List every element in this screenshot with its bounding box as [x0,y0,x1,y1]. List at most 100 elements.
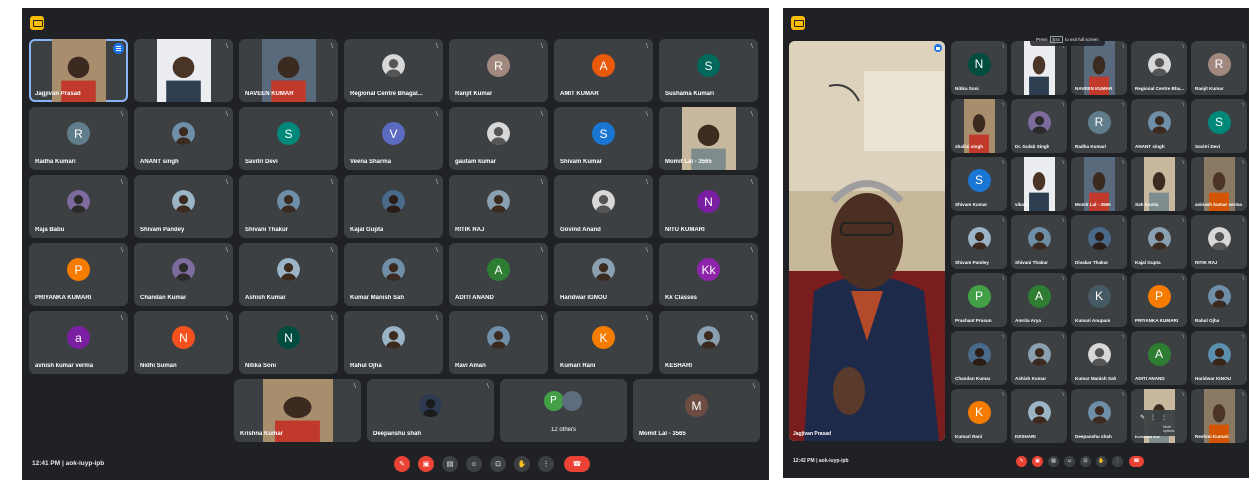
participant-tile[interactable]: ⧵ Kajal Gupta [1131,215,1187,269]
participant-tile[interactable]: ⧵ gautam kumar [449,107,548,170]
participant-tile[interactable]: ⧵ Dr. Gulab Singh [1011,99,1067,153]
participant-tile[interactable]: ⧵ Ashish Kumar [239,243,338,306]
participant-tile[interactable]: P ⧵ PRIYANKA KUMARI [29,243,128,306]
participant-tile[interactable]: K ⧵ Kumari Rani [951,389,1007,443]
participant-tile[interactable]: P ⧵ PRIYANKA KUMARI [1131,273,1187,327]
participant-tile[interactable]: ⧵ Divakar Thakur [1071,215,1127,269]
camera-off-button[interactable]: ▣ [1032,456,1043,467]
participant-tile[interactable]: ⧵ Krishna Kumar [234,379,361,442]
participant-tile[interactable]: ⧵ Kajal Gupta [344,175,443,238]
participant-tile[interactable]: ⧵ KESHARI [1011,389,1067,443]
present-button[interactable]: ⊡ [490,456,506,472]
participant-tile[interactable]: R ⧵ Ranjit Kumar [1191,41,1247,95]
more-options-button[interactable]: ⋮ [538,456,554,472]
participant-tile[interactable]: P 12 others [500,379,627,442]
participant-tile[interactable]: M ⧵ Momit Lal - 3565 [633,379,760,442]
participant-tile[interactable]: R ⧵ Ranjit Kumar [449,39,548,102]
participant-tile[interactable]: a ⧵ avnish kumar verma [29,311,128,374]
leave-call-button[interactable]: ☎ [1129,456,1144,467]
captions-icon: ▤ [1051,458,1056,464]
participant-tile[interactable]: ⧵ Rahul Ojha [1191,273,1247,327]
participant-tile[interactable]: ⧵ Chandan Kumar [134,243,233,306]
participant-tile[interactable]: ⧵ KESHARI [659,311,758,374]
participant-tile[interactable]: ⧵ Shivam Pandey [134,175,233,238]
presentation-icon[interactable] [30,16,44,30]
emoji-button[interactable]: ☺ [466,456,482,472]
participant-tile[interactable]: A ⧵ ADITI ANAND [449,243,548,306]
participant-tile[interactable]: N ⧵ Nitika Soni [239,311,338,374]
participant-tile[interactable]: ⧵ Deepanshu shah [1071,389,1127,443]
mic-off-icon: ⧵ [1182,218,1184,224]
participant-tile[interactable]: ⧵ [1011,41,1067,95]
participant-tile[interactable]: ⧵ RITIK RAJ [1191,215,1247,269]
participant-tile[interactable]: ⧵ Raja Babu [29,175,128,238]
participant-tile[interactable]: ⧵ Kumar Manish Sah [344,243,443,306]
participant-tile[interactable]: ⧵ Chandan Kumar [951,331,1007,385]
participant-tile[interactable]: S ⧵ Sushama Kumari [659,39,758,102]
participant-tile[interactable]: ⧵ shalini singh [951,99,1007,153]
participant-tile[interactable]: ⧵ Momit Lal - 3565 [659,107,758,170]
participant-tile[interactable]: ⧵Jagjivan Prasad [29,39,128,102]
participant-tile[interactable]: ⧵ Regional Centre Bhagal... [344,39,443,102]
participant-tile[interactable]: S ⧵ Shivam Kumar [951,157,1007,211]
participant-tile[interactable]: ⧵ Kumar Manish Sah [1071,331,1127,385]
raise-hand-button[interactable]: ✋ [514,456,530,472]
participant-tile[interactable]: ⧵ Haridwar IGNOU [554,243,653,306]
participant-tile[interactable]: A ⧵ AMIT KUMAR [554,39,653,102]
present-button[interactable]: ⊡ [1080,456,1091,467]
captions-button[interactable]: ▤ [442,456,458,472]
participant-tile[interactable]: ⧵ NAVEEN KUMAR [1071,41,1127,95]
more-options-button[interactable]: ⋮ [1112,456,1123,467]
participant-tile[interactable]: S ⧵ Shivam Kumar [554,107,653,170]
participant-name: PRIYANKA KUMARI [1135,318,1179,323]
participant-tile[interactable]: ⧵ Shivam Pandey [951,215,1007,269]
avatar-photo [561,390,582,411]
presentation-icon[interactable] [791,16,805,30]
participant-tile[interactable]: ⧵ NAVEEN KUMAR [239,39,338,102]
participant-name: Nitika Soni [245,363,277,369]
leave-call-button[interactable]: ☎ [564,456,590,472]
more-options-popover[interactable]: ✎⋮⋮ More options [1133,410,1179,436]
emoji-button[interactable]: ☺ [1064,456,1075,467]
participant-tile[interactable]: K ⧵ Kumari Anupam [1071,273,1127,327]
participant-tile[interactable]: ⧵ [134,39,233,102]
participant-tile[interactable]: ⧵ Ashish Kumar [1011,331,1067,385]
mic-off-button[interactable]: ✎ [394,456,410,472]
participant-tile[interactable]: ⧵ ANANT singh [134,107,233,170]
raise-hand-button[interactable]: ✋ [1096,456,1107,467]
camera-off-button[interactable]: ▣ [418,456,434,472]
mic-off-button[interactable]: ✎ [1016,456,1027,467]
participant-tile[interactable]: N ⧵ NITU KUMARI [659,175,758,238]
participant-tile[interactable]: R ⧵ Radha Kumari [29,107,128,170]
participant-tile[interactable]: ⧵ Regional Centre Bha... [1131,41,1187,95]
captions-button[interactable]: ▤ [1048,456,1059,467]
participant-tile[interactable]: ⧵ Deepanshu shah [367,379,494,442]
participant-tile[interactable]: K ⧵ Kumari Rani [554,311,653,374]
participant-tile[interactable]: S ⧵ Savitri Devi [1191,99,1247,153]
participant-tile[interactable]: ⧵ avinash kumar verma [1191,157,1247,211]
participant-tile[interactable]: A ⧵ Amrita Arya [1011,273,1067,327]
participant-tile[interactable]: ⧵ Reshmi Kumari [1191,389,1247,443]
participant-tile[interactable]: ⧵ Shivani Thakur [1011,215,1067,269]
avatar-initial: P [67,258,90,281]
participant-tile[interactable]: ⧵ ANANT singh [1131,99,1187,153]
participant-tile[interactable]: N ⧵ Nitika Soni [951,41,1007,95]
participant-tile[interactable]: ⧵ Rahul Ojha [344,311,443,374]
participant-tile[interactable]: ⧵ Govind Anand [554,175,653,238]
participant-tile[interactable]: A ⧵ ADITI ANAND [1131,331,1187,385]
participant-tile[interactable]: S ⧵ Savitri Devi [239,107,338,170]
participant-tile[interactable]: N ⧵ Nidhi Suman [134,311,233,374]
mic-off-icon: ⧵ [1182,44,1184,50]
participant-tile[interactable]: V ⧵ Veena Sharma [344,107,443,170]
participant-tile[interactable]: Kk ⧵ Kk Classes [659,243,758,306]
participant-tile[interactable]: ⧵ Momit Lal - 3565 [1071,157,1127,211]
participant-tile[interactable]: ⧵ RITIK RAJ [449,175,548,238]
participant-tile[interactable]: P ⧵ Prashant Prasun [951,273,1007,327]
participant-tile[interactable]: ⧵ Haridwar IGNOU [1191,331,1247,385]
participant-tile[interactable]: ⧵ Ravi Aman [449,311,548,374]
main-speaker-tile[interactable]: Jagjivan Prasad [789,41,945,441]
participant-tile[interactable]: ⧵ vikash [1011,157,1067,211]
participant-tile[interactable]: ⧵ Sah Kavita [1131,157,1187,211]
participant-tile[interactable]: ⧵ Shivani Thakur [239,175,338,238]
participant-tile[interactable]: R ⧵ Radha Kumari [1071,99,1127,153]
